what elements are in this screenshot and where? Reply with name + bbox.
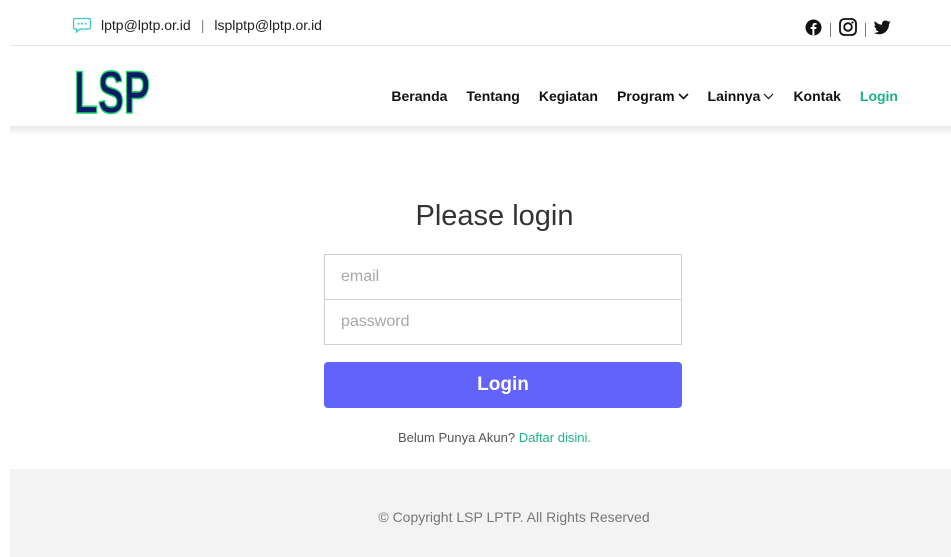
nav-item-kontak[interactable]: Kontak — [793, 88, 840, 104]
social-links — [805, 18, 891, 41]
nav-item-program[interactable]: Program — [617, 88, 689, 104]
main-navbar: LSP Beranda Tentang Kegiatan Program Lai… — [10, 47, 951, 127]
instagram-icon[interactable] — [839, 18, 857, 41]
nav-item-beranda[interactable]: Beranda — [391, 88, 447, 104]
email-secondary-link[interactable]: lsplptp@lptp.or.id — [214, 17, 322, 33]
facebook-icon[interactable] — [805, 19, 822, 41]
nav-menu: Beranda Tentang Kegiatan Program Lainnya… — [391, 88, 898, 104]
footer: © Copyright LSP LPTP. All Rights Reserve… — [10, 469, 951, 557]
contact-separator: | — [200, 17, 205, 33]
contact-info: lptp@lptp.or.id | lsplptp@lptp.or.id — [72, 17, 322, 34]
page-title: Please login — [415, 200, 574, 232]
signup-link[interactable]: Daftar disini. — [519, 430, 591, 445]
nav-item-tentang[interactable]: Tentang — [466, 88, 519, 104]
nav-item-lainnya[interactable]: Lainnya — [708, 88, 775, 104]
nav-item-kegiatan[interactable]: Kegiatan — [539, 88, 598, 104]
navbar-shadow — [10, 126, 951, 135]
twitter-icon[interactable] — [873, 19, 891, 40]
nav-item-label: Program — [616, 88, 675, 104]
lsp-logo[interactable]: LSP — [72, 56, 152, 118]
email-primary-link[interactable]: lptp@lptp.or.id — [101, 17, 191, 33]
password-input[interactable] — [324, 299, 682, 345]
top-contact-bar: lptp@lptp.or.id | lsplptp@lptp.or.id — [10, 0, 951, 46]
chevron-down-icon — [764, 93, 774, 99]
login-form: Login — [324, 254, 682, 408]
signup-prompt: Belum Punya Akun? Daftar disini. — [0, 430, 951, 445]
social-divider — [865, 22, 866, 37]
logo-text: LSP — [74, 59, 150, 118]
login-button[interactable]: Login — [324, 362, 682, 408]
email-input[interactable] — [324, 254, 682, 300]
signup-prompt-text: Belum Punya Akun? — [398, 430, 516, 445]
nav-item-login[interactable]: Login — [860, 88, 898, 104]
chat-icon — [72, 17, 92, 34]
social-divider — [830, 22, 831, 37]
nav-item-label: Lainnya — [707, 88, 761, 104]
copyright-text: © Copyright LSP LPTP. All Rights Reserve… — [378, 509, 650, 525]
chevron-down-icon — [677, 92, 689, 100]
